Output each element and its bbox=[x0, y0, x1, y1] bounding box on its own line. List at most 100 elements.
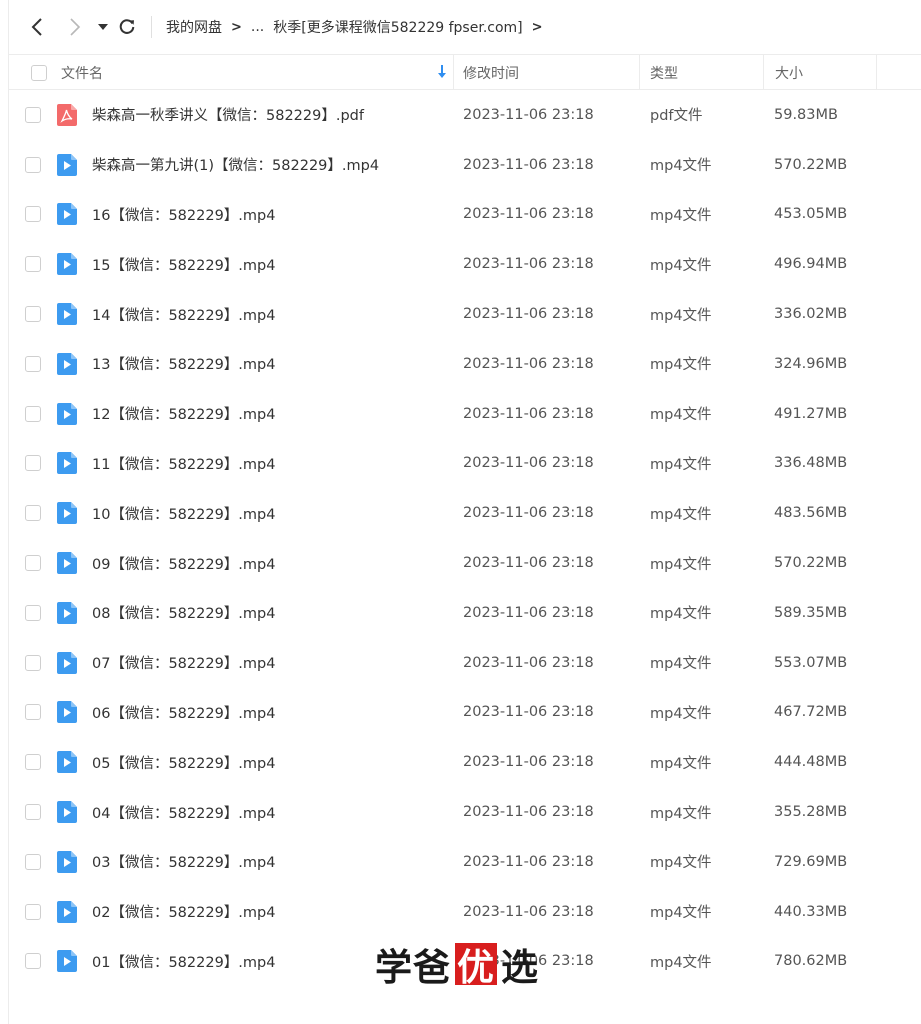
file-name[interactable]: 05【微信：582229】.mp4 bbox=[92, 737, 275, 787]
row-checkbox-cell bbox=[25, 439, 41, 489]
back-button[interactable] bbox=[23, 12, 51, 42]
row-checkbox-cell bbox=[25, 488, 41, 538]
table-row[interactable]: 柴森高一秋季讲义【微信：582229】.pdf 2023-11-06 23:18 p… bbox=[9, 90, 921, 140]
row-checkbox[interactable] bbox=[25, 654, 41, 671]
select-all-checkbox[interactable] bbox=[31, 64, 47, 81]
table-row[interactable]: 04【微信：582229】.mp4 2023-11-06 23:18 mp4文件 35… bbox=[9, 787, 921, 837]
file-type: mp4文件 bbox=[650, 407, 712, 424]
row-checkbox[interactable] bbox=[25, 555, 41, 572]
row-checkbox[interactable] bbox=[25, 106, 41, 123]
watermark-logo: 学爸 优 选 bbox=[375, 940, 539, 989]
table-row[interactable]: 03【微信：582229】.mp4 2023-11-06 23:18 mp4文件 72… bbox=[9, 837, 921, 887]
breadcrumb-item-ellipsis[interactable]: ... bbox=[251, 19, 264, 35]
file-name[interactable]: 柴森高一秋季讲义【微信：582229】.pdf bbox=[92, 90, 364, 140]
table-row[interactable]: 08【微信：582229】.mp4 2023-11-06 23:18 mp4文件 58… bbox=[9, 588, 921, 638]
watermark-text-3: 选 bbox=[501, 946, 539, 989]
file-size: 336.48MB bbox=[774, 455, 848, 472]
column-header-name[interactable]: 文件名 bbox=[61, 55, 453, 90]
row-checkbox[interactable] bbox=[25, 455, 41, 472]
row-checkbox[interactable] bbox=[25, 206, 41, 223]
video-icon bbox=[57, 488, 77, 538]
file-size: 453.05MB bbox=[774, 206, 848, 223]
column-header-size[interactable]: 大小 bbox=[763, 55, 876, 90]
file-type: pdf文件 bbox=[650, 108, 703, 125]
file-name[interactable]: 12【微信：582229】.mp4 bbox=[92, 389, 275, 439]
refresh-button[interactable] bbox=[113, 12, 141, 42]
row-checkbox-cell bbox=[25, 887, 41, 937]
row-checkbox[interactable] bbox=[25, 953, 41, 970]
row-checkbox[interactable] bbox=[25, 604, 41, 621]
file-type: mp4文件 bbox=[650, 656, 712, 673]
table-row[interactable]: 09【微信：582229】.mp4 2023-11-06 23:18 mp4文件 57… bbox=[9, 538, 921, 588]
table-row[interactable]: 13【微信：582229】.mp4 2023-11-06 23:18 mp4文件 32… bbox=[9, 339, 921, 389]
file-size: 355.28MB bbox=[774, 804, 848, 821]
breadcrumb: 我的网盘 > ... 秋季[更多课程微信582229 fpser.com] > bbox=[166, 17, 552, 37]
table-row[interactable]: 15【微信：582229】.mp4 2023-11-06 23:18 mp4文件 49… bbox=[9, 239, 921, 289]
video-icon bbox=[57, 239, 77, 289]
column-header-type[interactable]: 类型 bbox=[639, 55, 763, 90]
table-row[interactable]: 02【微信：582229】.mp4 2023-11-06 23:18 mp4文件 44… bbox=[9, 887, 921, 937]
table-row[interactable]: 06【微信：582229】.mp4 2023-11-06 23:18 mp4文件 46… bbox=[9, 688, 921, 738]
file-name[interactable]: 13【微信：582229】.mp4 bbox=[92, 339, 275, 389]
file-name[interactable]: 14【微信：582229】.mp4 bbox=[92, 289, 275, 339]
table-row[interactable]: 16【微信：582229】.mp4 2023-11-06 23:18 mp4文件 45… bbox=[9, 190, 921, 240]
file-manager-window: 我的网盘 > ... 秋季[更多课程微信582229 fpser.com] > … bbox=[8, 0, 921, 1024]
column-header-time[interactable]: 修改时间 bbox=[453, 55, 639, 90]
file-name[interactable]: 06【微信：582229】.mp4 bbox=[92, 688, 275, 738]
row-checkbox[interactable] bbox=[25, 306, 41, 323]
breadcrumb-item-current[interactable]: 秋季[更多课程微信582229 fpser.com] bbox=[273, 17, 522, 37]
file-name[interactable]: 10【微信：582229】.mp4 bbox=[92, 488, 275, 538]
table-row[interactable]: 05【微信：582229】.mp4 2023-11-06 23:18 mp4文件 44… bbox=[9, 737, 921, 787]
file-name[interactable]: 04【微信：582229】.mp4 bbox=[92, 787, 275, 837]
file-name[interactable]: 11【微信：582229】.mp4 bbox=[92, 439, 275, 489]
row-checkbox-cell bbox=[25, 389, 41, 439]
file-name[interactable]: 02【微信：582229】.mp4 bbox=[92, 887, 275, 937]
file-modified-time: 2023-11-06 23:18 bbox=[463, 505, 594, 522]
table-row[interactable]: 柴森高一第九讲(1)【微信：582229】.mp4 2023-11-06 23:1… bbox=[9, 140, 921, 190]
file-size: 440.33MB bbox=[774, 903, 848, 920]
row-checkbox[interactable] bbox=[25, 754, 41, 771]
forward-button[interactable] bbox=[61, 12, 89, 42]
file-name[interactable]: 15【微信：582229】.mp4 bbox=[92, 239, 275, 289]
table-row[interactable]: 11【微信：582229】.mp4 2023-11-06 23:18 mp4文件 33… bbox=[9, 439, 921, 489]
video-icon bbox=[57, 937, 77, 987]
row-checkbox[interactable] bbox=[25, 505, 41, 522]
column-header-size-label: 大小 bbox=[775, 65, 803, 82]
breadcrumb-item-root[interactable]: 我的网盘 bbox=[166, 17, 222, 37]
file-name[interactable]: 09【微信：582229】.mp4 bbox=[92, 538, 275, 588]
file-type: mp4文件 bbox=[650, 954, 712, 971]
caret-down-icon bbox=[98, 24, 108, 30]
row-checkbox[interactable] bbox=[25, 355, 41, 372]
breadcrumb-separator-icon: > bbox=[231, 19, 242, 35]
video-icon bbox=[57, 339, 77, 389]
row-checkbox-cell bbox=[25, 90, 41, 140]
file-modified-time: 2023-11-06 23:18 bbox=[463, 804, 594, 821]
row-checkbox[interactable] bbox=[25, 156, 41, 173]
column-header-type-label: 类型 bbox=[650, 65, 678, 82]
file-type: mp4文件 bbox=[650, 805, 712, 822]
row-checkbox-cell bbox=[25, 937, 41, 987]
file-name[interactable]: 07【微信：582229】.mp4 bbox=[92, 638, 275, 688]
row-checkbox-cell bbox=[25, 339, 41, 389]
file-type: mp4文件 bbox=[650, 705, 712, 722]
row-checkbox[interactable] bbox=[25, 405, 41, 422]
row-checkbox-cell bbox=[25, 140, 41, 190]
row-checkbox[interactable] bbox=[25, 804, 41, 821]
file-name[interactable]: 16【微信：582229】.mp4 bbox=[92, 190, 275, 240]
file-type: mp4文件 bbox=[650, 207, 712, 224]
file-name[interactable]: 01【微信：582229】.mp4 bbox=[92, 937, 275, 987]
file-modified-time: 2023-11-06 23:18 bbox=[463, 704, 594, 721]
table-row[interactable]: 07【微信：582229】.mp4 2023-11-06 23:18 mp4文件 55… bbox=[9, 638, 921, 688]
file-size: 491.27MB bbox=[774, 405, 848, 422]
file-name[interactable]: 柴森高一第九讲(1)【微信：582229】.mp4 bbox=[92, 140, 379, 190]
file-name[interactable]: 08【微信：582229】.mp4 bbox=[92, 588, 275, 638]
row-checkbox[interactable] bbox=[25, 903, 41, 920]
row-checkbox[interactable] bbox=[25, 853, 41, 870]
table-row[interactable]: 12【微信：582229】.mp4 2023-11-06 23:18 mp4文件 49… bbox=[9, 389, 921, 439]
file-name[interactable]: 03【微信：582229】.mp4 bbox=[92, 837, 275, 887]
table-row[interactable]: 14【微信：582229】.mp4 2023-11-06 23:18 mp4文件 33… bbox=[9, 289, 921, 339]
row-checkbox[interactable] bbox=[25, 256, 41, 273]
row-checkbox[interactable] bbox=[25, 704, 41, 721]
table-row[interactable]: 10【微信：582229】.mp4 2023-11-06 23:18 mp4文件 48… bbox=[9, 488, 921, 538]
history-dropdown-button[interactable] bbox=[95, 12, 111, 42]
